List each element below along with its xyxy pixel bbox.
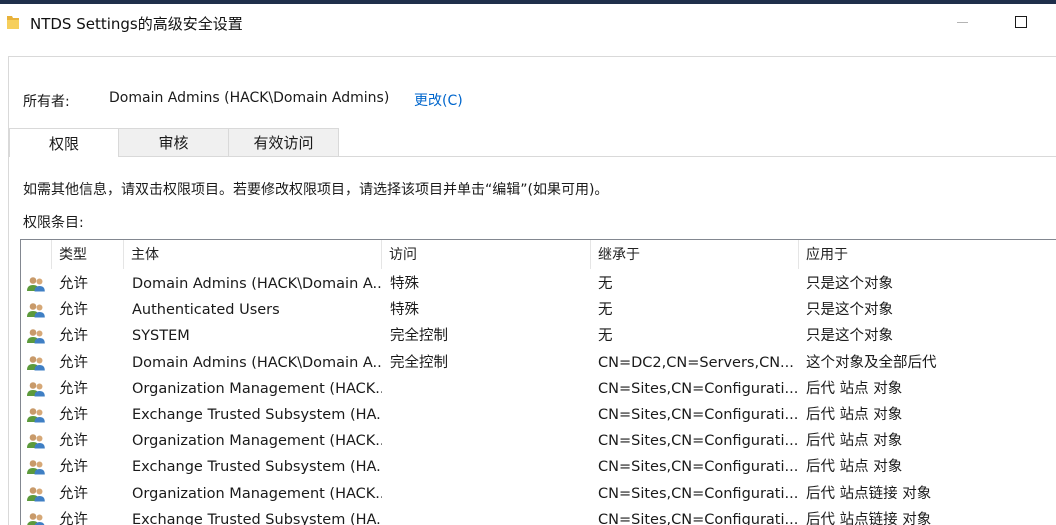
info-text: 如需其他信息，请双击权限项目。若要修改权限项目，请选择该项目并单击“编辑”(如果…: [23, 182, 609, 198]
title-bar: NTDS Settings的高级安全设置: [0, 4, 1056, 42]
table-row[interactable]: 允许 Organization Management (HACK... CN=Sit…: [21, 481, 1056, 507]
row-inherited-from: CN=Sites,CN=Configurati...: [598, 380, 798, 397]
row-principal: Exchange Trusted Subsystem (HA...: [132, 459, 382, 476]
permission-entries-list[interactable]: 类型 主体 访问 继承于 应用于 允许 Domain Admins (HACK\D…: [20, 239, 1056, 525]
users-icon: [26, 302, 46, 318]
row-applies-to: 只是这个对象: [806, 302, 893, 319]
users-icon: [26, 486, 46, 502]
users-icon: [26, 407, 46, 423]
table-row[interactable]: 允许 Domain Admins (HACK\Domain A... 完全控制 CN=…: [21, 350, 1056, 376]
row-access: 特殊: [390, 276, 419, 292]
row-type: 允许: [59, 276, 88, 292]
row-access: [390, 402, 590, 428]
column-applies-to[interactable]: 应用于: [799, 240, 1056, 269]
minimize-icon[interactable]: [957, 22, 968, 23]
tab-effective-access[interactable]: 有效访问: [228, 128, 339, 156]
table-row[interactable]: 允许 Domain Admins (HACK\Domain A... 特殊 无 只是这个…: [21, 271, 1056, 297]
table-row[interactable]: 允许 Authenticated Users 特殊 无 只是这个对象: [21, 297, 1056, 323]
users-icon: [26, 276, 46, 292]
list-header: 类型 主体 访问 继承于 应用于: [21, 240, 1056, 269]
row-type: 允许: [59, 380, 88, 397]
row-access: [390, 376, 590, 402]
row-applies-to: 后代 站点 对象: [806, 459, 903, 476]
owner-value: Domain Admins (HACK\Domain Admins): [109, 90, 390, 106]
row-access: [390, 428, 590, 454]
column-type[interactable]: 类型: [52, 240, 124, 269]
column-access[interactable]: 访问: [382, 240, 591, 269]
tab-divider: [9, 156, 1056, 157]
row-inherited-from: CN=Sites,CN=Configurati...: [598, 433, 798, 450]
row-inherited-from: 无: [598, 328, 613, 345]
window-title: NTDS Settings的高级安全设置: [30, 15, 243, 33]
row-inherited-from: 无: [598, 276, 613, 292]
table-row[interactable]: 允许 SYSTEM 完全控制 无 只是这个对象: [21, 323, 1056, 349]
column-principal[interactable]: 主体: [124, 240, 382, 269]
row-access: 特殊: [390, 302, 419, 319]
row-access: [390, 507, 590, 525]
owner-label: 所有者:: [23, 94, 70, 110]
maximize-icon[interactable]: [1015, 16, 1027, 28]
row-applies-to: 后代 站点链接 对象: [806, 511, 932, 525]
table-row[interactable]: 允许 Exchange Trusted Subsystem (HA... CN=Si…: [21, 454, 1056, 480]
tab-permissions[interactable]: 权限: [9, 128, 119, 157]
row-principal: Exchange Trusted Subsystem (HA...: [132, 511, 382, 525]
users-icon: [26, 381, 46, 397]
users-icon: [26, 512, 46, 525]
users-icon: [26, 328, 46, 344]
table-row[interactable]: 允许 Exchange Trusted Subsystem (HA... CN=Si…: [21, 402, 1056, 428]
change-owner-link[interactable]: 更改(C): [414, 90, 463, 110]
row-type: 允许: [59, 433, 88, 450]
row-applies-to: 只是这个对象: [806, 328, 893, 345]
users-icon: [26, 459, 46, 475]
row-principal: SYSTEM: [132, 328, 190, 345]
row-principal: Domain Admins (HACK\Domain A...: [132, 276, 382, 292]
row-type: 允许: [59, 459, 88, 476]
row-principal: Organization Management (HACK...: [132, 433, 382, 450]
row-inherited-from: CN=Sites,CN=Configurati...: [598, 485, 798, 502]
row-type: 允许: [59, 485, 88, 502]
row-access: [390, 481, 590, 507]
row-applies-to: 这个对象及全部后代: [806, 354, 937, 371]
row-applies-to: 后代 站点 对象: [806, 407, 903, 423]
users-icon: [26, 433, 46, 449]
row-principal: Organization Management (HACK...: [132, 485, 382, 502]
table-row[interactable]: 允许 Organization Management (HACK... CN=Sit…: [21, 428, 1056, 454]
row-applies-to: 只是这个对象: [806, 276, 893, 292]
row-inherited-from: CN=Sites,CN=Configurati...: [598, 511, 798, 525]
row-principal: Authenticated Users: [132, 302, 280, 319]
row-access: [390, 454, 590, 480]
table-row[interactable]: 允许 Organization Management (HACK... CN=Sit…: [21, 376, 1056, 402]
row-access: 完全控制: [390, 328, 448, 345]
permission-entries-label: 权限条目:: [23, 215, 84, 231]
row-applies-to: 后代 站点链接 对象: [806, 485, 932, 502]
row-access: 完全控制: [390, 354, 448, 371]
column-icon[interactable]: [21, 240, 52, 269]
row-type: 允许: [59, 407, 88, 423]
users-icon: [26, 355, 46, 371]
row-principal: Domain Admins (HACK\Domain A...: [132, 354, 382, 371]
column-inherited-from[interactable]: 继承于: [591, 240, 799, 269]
row-type: 允许: [59, 302, 88, 319]
tab-strip: 权限 审核 有效访问: [9, 128, 1056, 157]
row-applies-to: 后代 站点 对象: [806, 433, 903, 450]
table-row[interactable]: 允许 Exchange Trusted Subsystem (HA... CN=Si…: [21, 507, 1056, 525]
tab-auditing[interactable]: 审核: [118, 128, 229, 156]
row-inherited-from: CN=Sites,CN=Configurati...: [598, 459, 798, 476]
row-principal: Organization Management (HACK...: [132, 380, 382, 397]
row-type: 允许: [59, 511, 88, 525]
row-principal: Exchange Trusted Subsystem (HA...: [132, 407, 382, 423]
row-type: 允许: [59, 328, 88, 345]
row-inherited-from: 无: [598, 302, 613, 319]
row-type: 允许: [59, 354, 88, 371]
row-inherited-from: CN=DC2,CN=Servers,CN...: [598, 354, 794, 371]
row-applies-to: 后代 站点 对象: [806, 380, 903, 397]
folder-icon: [7, 16, 19, 29]
row-inherited-from: CN=Sites,CN=Configurati...: [598, 407, 798, 423]
